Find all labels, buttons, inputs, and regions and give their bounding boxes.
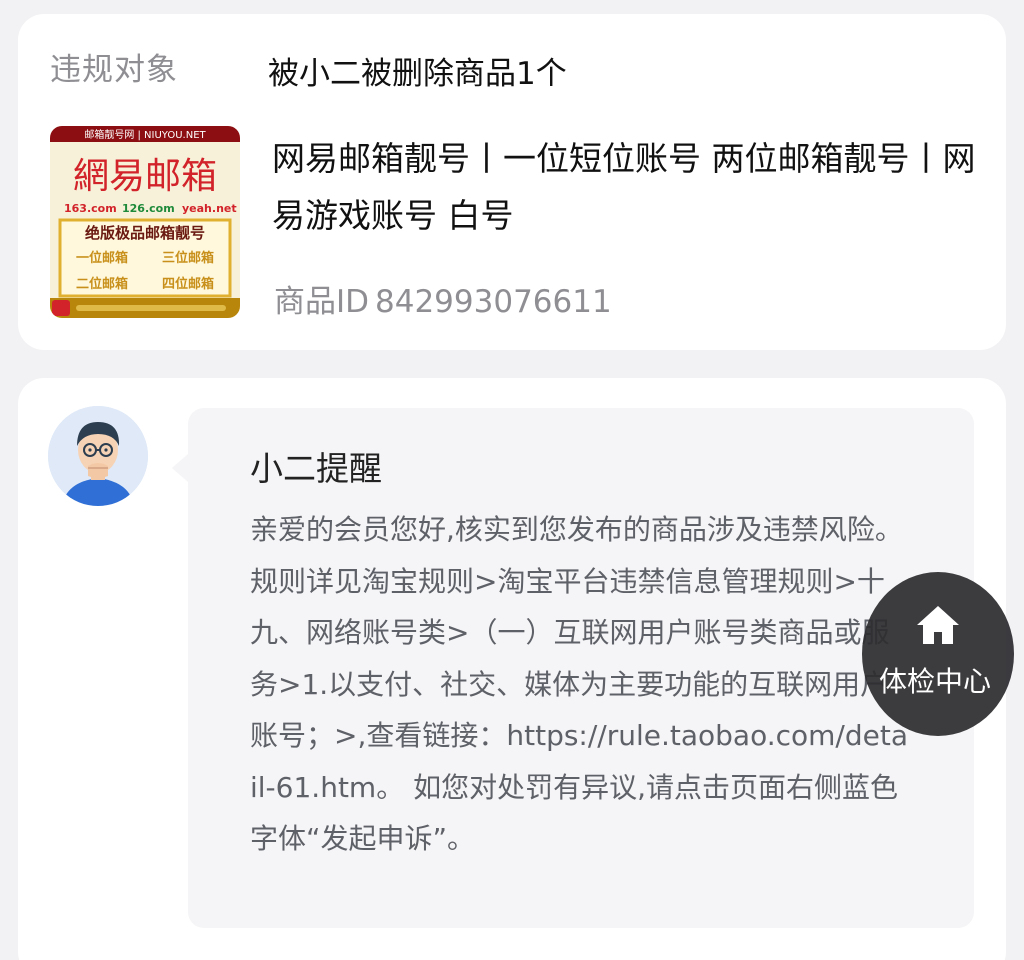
product-thumbnail-image: 邮箱靓号网 | NIUYOU.NET 網易邮箱 163.com 126.com … <box>50 126 240 318</box>
page: 违规对象 被小二被删除商品1个 邮箱靓号网 | NIUYOU.NET 網易邮箱 … <box>0 0 1024 960</box>
product-id-label: 商品ID <box>274 284 370 320</box>
notice-card: 小二提醒 亲爱的会员您好,核实到您发布的商品涉及违禁风险。规则详见淘宝规则>淘宝… <box>18 378 1006 960</box>
avatar <box>48 406 148 506</box>
violation-object-label: 违规对象 <box>50 52 178 88</box>
notice-bubble: 小二提醒 亲爱的会员您好,核实到您发布的商品涉及违禁风险。规则详见淘宝规则>淘宝… <box>172 408 974 928</box>
product-thumbnail[interactable]: 邮箱靓号网 | NIUYOU.NET 網易邮箱 163.com 126.com … <box>50 126 240 318</box>
thumb-domain-2: 126.com <box>122 202 175 215</box>
health-check-center-button[interactable]: 体检中心 <box>862 572 1014 736</box>
thumb-option-4: 四位邮箱 <box>162 276 214 292</box>
product-id: 商品ID 842993076611 <box>274 276 612 321</box>
thumb-banner-text: 邮箱靓号网 | NIUYOU.NET <box>84 128 206 141</box>
thumb-domain-1: 163.com <box>64 202 117 215</box>
thumb-brand-text: 網易邮箱 <box>73 156 217 197</box>
notice-title: 小二提醒 <box>250 449 382 488</box>
product-id-value: 842993076611 <box>375 284 612 320</box>
notice-body: 亲爱的会员您好,核实到您发布的商品涉及违禁风险。规则详见淘宝规则>淘宝平台违禁信… <box>250 513 909 855</box>
avatar-illustration <box>48 406 148 506</box>
home-icon <box>917 606 959 644</box>
thumb-tagline: 绝版极品邮箱靓号 <box>85 224 205 242</box>
thumb-option-1: 一位邮箱 <box>76 250 128 266</box>
thumb-domain-3: yeah.net <box>182 202 237 215</box>
health-check-center-label: 体检中心 <box>878 665 991 698</box>
product-title[interactable]: 网易邮箱靓号丨一位短位账号 两位邮箱靓号丨网易游戏账号 白号 <box>272 130 987 244</box>
violation-card: 违规对象 被小二被删除商品1个 邮箱靓号网 | NIUYOU.NET 網易邮箱 … <box>18 14 1006 350</box>
violation-object-value: 被小二被删除商品1个 <box>268 56 567 92</box>
thumb-option-3: 二位邮箱 <box>76 276 128 292</box>
thumb-option-2: 三位邮箱 <box>162 250 214 266</box>
